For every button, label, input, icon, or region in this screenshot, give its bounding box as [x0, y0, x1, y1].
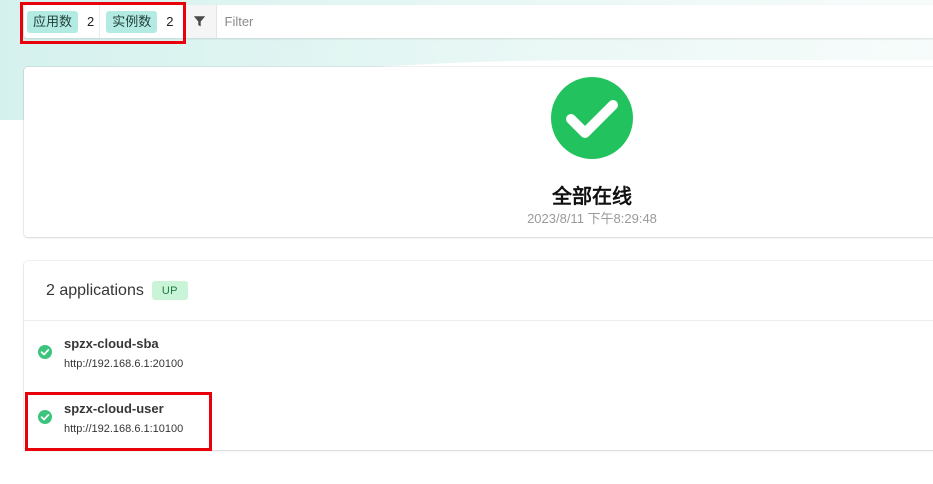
application-count-value: 2 — [87, 14, 95, 29]
filter-input[interactable] — [216, 5, 933, 38]
application-url[interactable]: http://192.168.6.1:10100 — [64, 423, 183, 435]
check-circle-icon — [38, 410, 52, 424]
check-circle-icon — [38, 345, 52, 359]
instance-count-stat: 实例数 2 — [99, 5, 178, 38]
overall-status-card: 全部在线 2023/8/11 下午8:29:48 — [24, 67, 933, 237]
status-timestamp: 2023/8/11 下午8:29:48 — [527, 211, 657, 226]
instance-count-label: 实例数 — [106, 10, 158, 33]
status-badge: UP — [151, 281, 188, 300]
applications-title: 2 applications — [46, 281, 144, 299]
instance-count-value: 2 — [166, 14, 174, 29]
application-url[interactable]: http://192.168.6.1:20100 — [64, 358, 183, 370]
top-toolbar: 应用数 2 实例数 2 — [24, 5, 933, 38]
application-name[interactable]: spzx-cloud-user — [64, 401, 164, 416]
application-row[interactable]: spzx-cloud-sba http://192.168.6.1:20100 — [24, 321, 933, 386]
check-circle-icon — [551, 77, 633, 159]
applications-card: 2 applications UP spzx-cloud-sba http://… — [24, 261, 933, 450]
filter-button[interactable] — [182, 5, 217, 38]
filter-icon — [193, 16, 206, 27]
application-name[interactable]: spzx-cloud-sba — [64, 336, 159, 351]
application-count-stat: 应用数 2 — [24, 5, 99, 38]
status-title: 全部在线 — [552, 186, 632, 208]
application-count-label: 应用数 — [27, 10, 79, 33]
application-row[interactable]: spzx-cloud-user http://192.168.6.1:10100 — [24, 386, 933, 451]
applications-header: 2 applications UP — [24, 261, 933, 321]
